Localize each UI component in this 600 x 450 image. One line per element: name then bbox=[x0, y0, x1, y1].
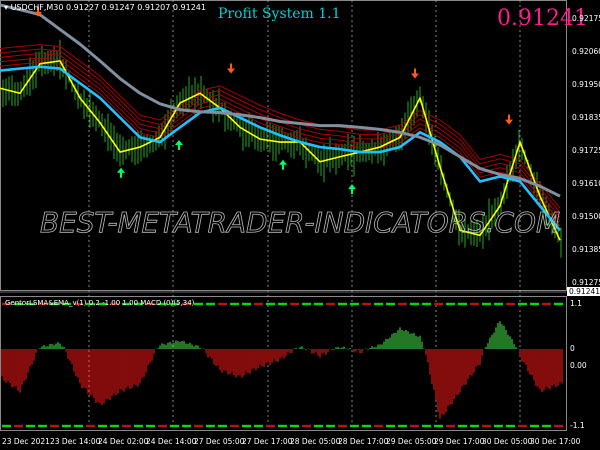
price-axis-label: 0.91725 bbox=[572, 146, 600, 155]
price-axis-label: 0.91275 bbox=[572, 278, 600, 287]
time-axis-label: 23 Dec 2021 bbox=[2, 437, 50, 446]
price-axis-label: 0.92060 bbox=[572, 47, 600, 56]
current-price-marker: 0.91241 bbox=[567, 287, 600, 296]
main-pane-border bbox=[0, 0, 567, 291]
sell-arrow-icon bbox=[227, 63, 235, 74]
price-axis-label: 0.92175 bbox=[572, 14, 600, 23]
price-axis-label: 0.91610 bbox=[572, 179, 600, 188]
price-axis-label: 0.91950 bbox=[572, 80, 600, 89]
time-axis-label: 27 Dec 17:00 bbox=[242, 437, 293, 446]
price-chart[interactable]: BEST-METATRADER-INDICATORS.COM bbox=[0, 0, 600, 450]
indicator-axis-label: 1.1 bbox=[570, 299, 582, 308]
sell-arrow-icon bbox=[411, 68, 419, 79]
price-axis-label: 0.91835 bbox=[572, 113, 600, 122]
collapse-triangle-icon[interactable]: ▾ bbox=[4, 3, 8, 12]
time-axis-label: 27 Dec 05:00 bbox=[194, 437, 245, 446]
symbol-label: USDCHF,M30 bbox=[10, 3, 64, 12]
sell-arrow-icon bbox=[505, 114, 513, 125]
price-axis-label: 0.91500 bbox=[572, 212, 600, 221]
time-axis-label: 30 Dec 05:00 bbox=[482, 437, 533, 446]
time-axis-label: 30 Dec 17:00 bbox=[530, 437, 581, 446]
indicator-axis-label: 0 bbox=[570, 344, 575, 353]
indicator-label: GentorLSMA&EMA_v(1) 0.2 -1.00 1.00 MACD … bbox=[5, 299, 195, 307]
watermark-text: BEST-METATRADER-INDICATORS.COM bbox=[40, 206, 560, 239]
buy-arrow-icon bbox=[117, 167, 125, 178]
time-axis-label: 29 Dec 05:00 bbox=[386, 437, 437, 446]
ohlc-values: 0.91227 0.91247 0.91207 0.91241 bbox=[66, 3, 206, 12]
buy-arrow-icon bbox=[279, 159, 287, 170]
price-axis-label: 0.91385 bbox=[572, 245, 600, 254]
time-axis-label: 29 Dec 17:00 bbox=[434, 437, 485, 446]
buy-arrow-icon bbox=[348, 184, 356, 195]
buy-arrow-icon bbox=[175, 140, 183, 151]
symbol-header: ▾ USDCHF,M30 0.91227 0.91247 0.91207 0.9… bbox=[4, 3, 206, 12]
indicator-axis-label: -1.1 bbox=[570, 421, 585, 430]
time-axis-label: 23 Dec 14:00 bbox=[50, 437, 101, 446]
chart-title: Profit System 1.1 bbox=[218, 6, 341, 22]
time-axis-label: 24 Dec 14:00 bbox=[146, 437, 197, 446]
time-axis-label: 24 Dec 02:00 bbox=[98, 437, 149, 446]
time-axis-label: 28 Dec 17:00 bbox=[338, 437, 389, 446]
metatrader-chart-window: BEST-METATRADER-INDICATORS.COM ▾ USDCHF,… bbox=[0, 0, 600, 450]
ma-band-line bbox=[0, 57, 561, 222]
indicator-axis-label: 0.00 bbox=[570, 361, 587, 370]
time-axis-label: 28 Dec 05:00 bbox=[290, 437, 341, 446]
